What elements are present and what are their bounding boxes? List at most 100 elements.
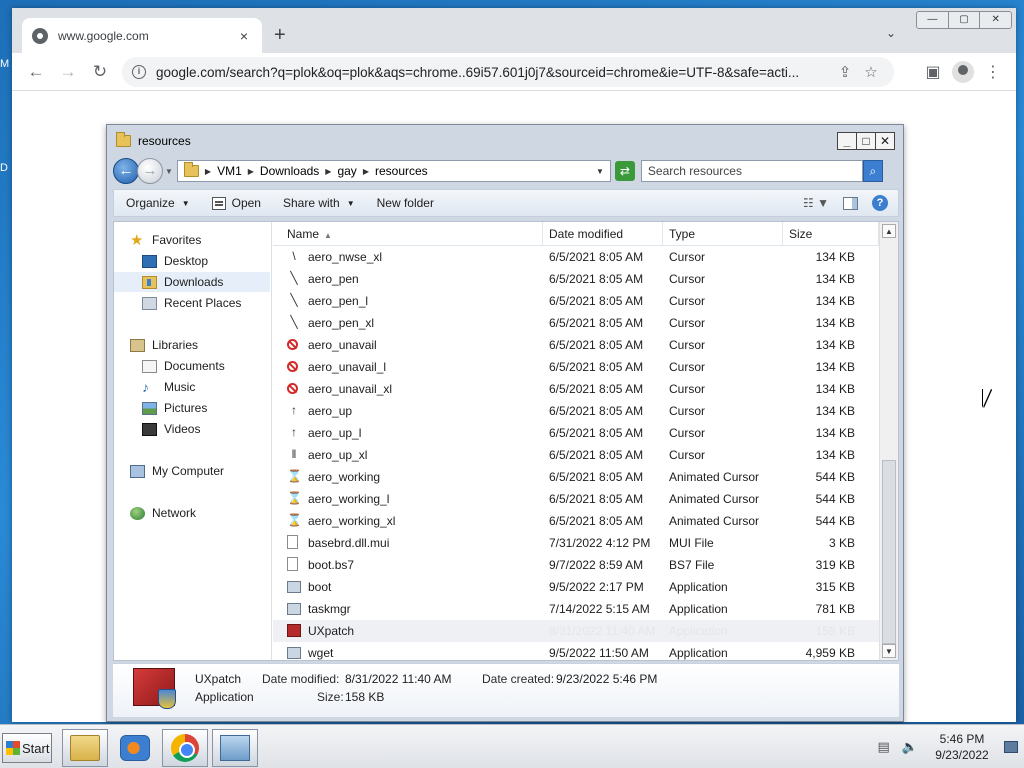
chevron-right-icon[interactable]: ▶: [325, 167, 331, 176]
breadcrumb-item[interactable]: resources: [375, 164, 428, 178]
chevron-right-icon[interactable]: ▶: [205, 167, 211, 176]
profile-avatar-icon[interactable]: [952, 61, 974, 83]
maximize-button[interactable]: □: [856, 132, 876, 150]
nav-item-videos[interactable]: Videos: [142, 419, 200, 439]
site-info-icon[interactable]: i: [132, 65, 146, 79]
caret-down-icon: ▼: [346, 198, 355, 208]
search-icon[interactable]: ⌕: [862, 160, 883, 182]
bookmark-star-icon[interactable]: ☆: [858, 63, 884, 81]
taskbar-chrome-button[interactable]: [162, 729, 208, 767]
network-status-icon[interactable]: ▤: [878, 739, 890, 755]
minimize-button[interactable]: _: [837, 132, 857, 150]
table-row[interactable]: ⌛ aero_working_xl 6/5/2021 8:05 AM Animated…: [273, 510, 879, 532]
clock[interactable]: 5:46 PM 9/23/2022: [930, 731, 994, 763]
forward-arrow-icon[interactable]: →: [137, 158, 163, 184]
table-row[interactable]: \ aero_nwse_xl 6/5/2021 8:05 AM Cursor 134 K…: [273, 246, 879, 268]
table-row[interactable]: aero_unavail_l 6/5/2021 8:05 AM Cursor 134 …: [273, 356, 879, 378]
chevron-down-icon[interactable]: ▼: [596, 167, 610, 176]
forward-arrow-icon[interactable]: →: [52, 62, 84, 82]
column-header-type[interactable]: Type: [663, 222, 783, 246]
table-row[interactable]: ╲ aero_pen 6/5/2021 8:05 AM Cursor 134 KB: [273, 268, 879, 290]
chevron-right-icon[interactable]: ▶: [363, 167, 369, 176]
file-name: aero_up_l: [308, 426, 362, 440]
table-row[interactable]: basebrd.dll.mui 7/31/2022 4:12 PM MUI File…: [273, 532, 879, 554]
system-tray: ▤ 🔈 5:46 PM 9/23/2022: [878, 725, 1024, 768]
reload-icon[interactable]: ↻: [84, 62, 116, 82]
back-arrow-icon[interactable]: ←: [113, 158, 139, 184]
table-row[interactable]: ╲ aero_pen_xl 6/5/2021 8:05 AM Cursor 134 KB: [273, 312, 879, 334]
clock-time: 5:46 PM: [939, 732, 985, 746]
chevron-right-icon[interactable]: ▶: [248, 167, 254, 176]
nav-item-downloads[interactable]: Downloads: [114, 272, 270, 292]
breadcrumb[interactable]: ▶ VM1 ▶ Downloads ▶ gay ▶ resources ▼: [176, 160, 611, 182]
nav-item-libraries[interactable]: Libraries: [130, 335, 198, 355]
table-row[interactable]: UXpatch 8/31/2022 11:40 AM Application 158 …: [273, 620, 879, 642]
table-row[interactable]: ⌛ aero_working_l 6/5/2021 8:05 AM Animated …: [273, 488, 879, 510]
taskbar-media-player-button[interactable]: [112, 729, 158, 767]
file-size: 134 KB: [815, 404, 855, 418]
browser-tab[interactable]: www.google.com ×: [22, 18, 262, 53]
table-row[interactable]: aero_unavail_xl 6/5/2021 8:05 AM Cursor 134…: [273, 378, 879, 400]
browser-menu-icon[interactable]: ⋮: [980, 62, 1006, 82]
show-desktop-icon[interactable]: [1004, 741, 1018, 753]
maximize-button[interactable]: ▢: [949, 12, 981, 28]
nav-item-my-computer[interactable]: My Computer: [130, 461, 224, 481]
table-row[interactable]: boot.bs7 9/7/2022 8:59 AM BS7 File 319 KB: [273, 554, 879, 576]
search-input[interactable]: Search resources: [640, 160, 863, 182]
side-panel-icon[interactable]: ▣: [920, 62, 946, 82]
scroll-up-icon[interactable]: ▲: [882, 224, 896, 238]
table-row[interactable]: ↑ aero_up_l 6/5/2021 8:05 AM Cursor 134 KB: [273, 422, 879, 444]
help-icon[interactable]: ?: [872, 195, 888, 211]
refresh-icon[interactable]: ⇄: [614, 161, 635, 181]
address-url[interactable]: google.com/search?q=plok&oq=plok&aqs=chr…: [156, 65, 832, 80]
nav-item-pictures[interactable]: Pictures: [142, 398, 207, 418]
column-header-size[interactable]: Size: [783, 222, 879, 246]
column-header-name[interactable]: Name ▲: [273, 222, 543, 246]
breadcrumb-item[interactable]: VM1: [217, 164, 242, 178]
breadcrumb-item[interactable]: Downloads: [260, 164, 319, 178]
recent-pages-dropdown-icon[interactable]: ▼: [165, 167, 173, 176]
scroll-thumb[interactable]: [882, 460, 896, 644]
close-button[interactable]: ✕: [980, 12, 1011, 28]
nav-item-recent-places[interactable]: Recent Places: [142, 293, 241, 313]
open-button[interactable]: Open: [211, 196, 261, 210]
address-bar[interactable]: i google.com/search?q=plok&oq=plok&aqs=c…: [122, 57, 894, 87]
vertical-scrollbar[interactable]: ▲ ▼: [879, 222, 898, 660]
table-row[interactable]: ↑ aero_up 6/5/2021 8:05 AM Cursor 134 KB: [273, 400, 879, 422]
breadcrumb-item[interactable]: gay: [337, 164, 356, 178]
file-name: aero_unavail_l: [308, 360, 387, 374]
table-row[interactable]: boot 9/5/2022 2:17 PM Application 315 KB: [273, 576, 879, 598]
nav-item-network[interactable]: Network: [130, 503, 196, 523]
table-row[interactable]: aero_unavail 6/5/2021 8:05 AM Cursor 134 KB: [273, 334, 879, 356]
table-row[interactable]: taskmgr 7/14/2022 5:15 AM Application 781 K…: [273, 598, 879, 620]
table-row[interactable]: ‖ aero_up_xl 6/5/2021 8:05 AM Cursor 134 KB: [273, 444, 879, 466]
nav-item-music[interactable]: ♪ Music: [142, 377, 195, 397]
new-folder-button[interactable]: New folder: [377, 196, 434, 210]
tab-search-icon[interactable]: ⌄: [886, 26, 896, 40]
table-row[interactable]: ╲ aero_pen_l 6/5/2021 8:05 AM Cursor 134 KB: [273, 290, 879, 312]
file-name: aero_working_l: [308, 492, 390, 506]
preview-pane-icon[interactable]: [843, 196, 858, 210]
nav-item-documents[interactable]: Documents: [142, 356, 225, 376]
scroll-down-icon[interactable]: ▼: [882, 644, 896, 658]
volume-icon[interactable]: 🔈: [902, 739, 918, 755]
column-header-date[interactable]: Date modified: [543, 222, 663, 246]
share-icon[interactable]: ⇪: [832, 63, 858, 81]
taskbar-network-app-button[interactable]: [212, 729, 258, 767]
share-with-button[interactable]: Share with ▼: [283, 196, 355, 210]
new-tab-icon[interactable]: +: [274, 24, 286, 46]
close-button[interactable]: ✕: [875, 132, 895, 150]
table-row[interactable]: ⌛ aero_working 6/5/2021 8:05 AM Animated Cu…: [273, 466, 879, 488]
back-arrow-icon[interactable]: ←: [20, 62, 52, 82]
explorer-title-bar[interactable]: resources _ □ ✕: [107, 125, 903, 157]
taskbar-explorer-button[interactable]: [62, 729, 108, 767]
file-name: aero_up_xl: [308, 448, 368, 462]
tab-close-icon[interactable]: ×: [236, 28, 252, 44]
organize-button[interactable]: Organize ▼: [126, 196, 190, 210]
change-view-icon[interactable]: ☷ ▼: [803, 196, 829, 210]
start-button[interactable]: Start: [2, 733, 52, 763]
nav-item-desktop[interactable]: Desktop: [142, 251, 208, 271]
nav-item-favorites[interactable]: ★ Favorites: [130, 230, 201, 250]
table-row[interactable]: wget 9/5/2022 11:50 AM Application 4,959 KB: [273, 642, 879, 660]
minimize-button[interactable]: —: [917, 12, 949, 28]
